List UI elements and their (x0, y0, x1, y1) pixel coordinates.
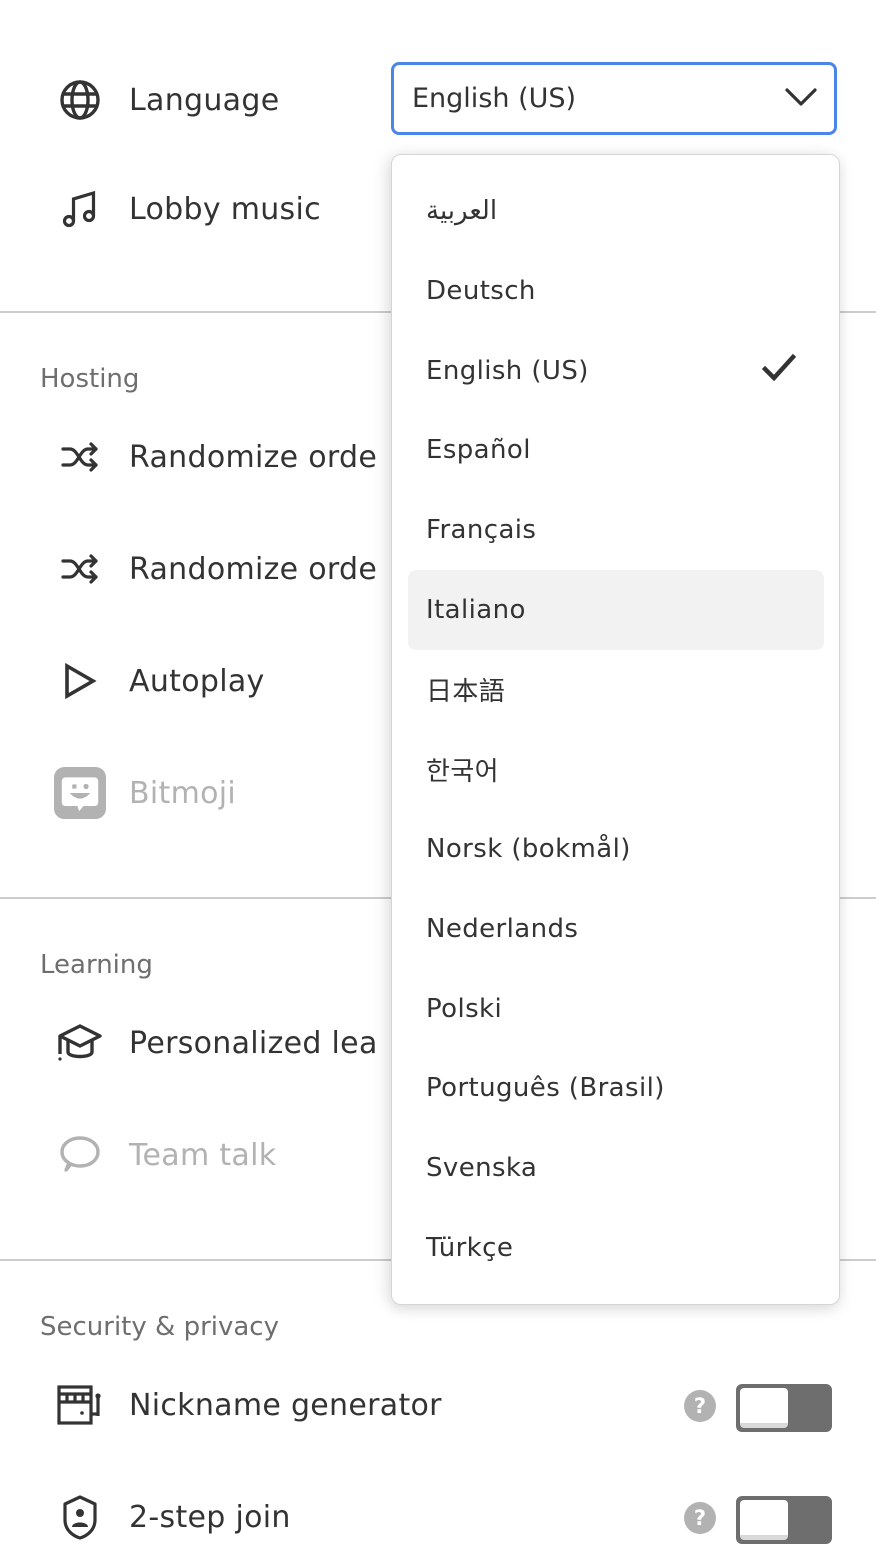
language-option-label: Norsk (bokmål) (426, 834, 631, 864)
play-icon (54, 655, 106, 707)
two-step-join-toggle[interactable] (736, 1496, 832, 1544)
hosting-item-label: Randomize orde (129, 439, 378, 475)
language-option[interactable]: Norsk (bokmål) (408, 809, 824, 889)
language-option[interactable]: 日本語 (408, 649, 824, 729)
language-option-label: Svenska (426, 1153, 538, 1183)
learning-item-label: Personalized lea (129, 1025, 378, 1061)
speech-bubble-icon (54, 1129, 106, 1181)
section-title-hosting: Hosting (40, 364, 140, 394)
lobby-music-label: Lobby music (129, 191, 321, 227)
language-option[interactable]: Español (408, 410, 824, 490)
shuffle-icon (54, 543, 106, 595)
globe-icon (54, 74, 106, 126)
help-icon[interactable]: ? (684, 1502, 716, 1534)
language-option-label: Türkçe (426, 1233, 514, 1263)
language-option-label: Português (Brasil) (426, 1073, 665, 1103)
shuffle-icon (54, 431, 106, 483)
language-option-label: 日本語 (426, 676, 506, 707)
chevron-down-icon[interactable] (784, 85, 818, 113)
language-option[interactable]: Português (Brasil) (408, 1048, 824, 1128)
toggle-knob (740, 1500, 788, 1540)
bitmoji-icon (54, 767, 106, 819)
help-icon[interactable]: ? (684, 1390, 716, 1422)
language-option[interactable]: 한국어 (408, 729, 824, 809)
slot-machine-icon (54, 1379, 106, 1431)
language-option-label: Español (426, 435, 531, 465)
language-option[interactable]: Svenska (408, 1128, 824, 1208)
language-option[interactable]: العربية (408, 171, 824, 251)
toggle-knob (740, 1388, 788, 1428)
hosting-item-label: Bitmoji (129, 775, 237, 811)
section-title-security: Security & privacy (40, 1312, 279, 1342)
language-option[interactable]: Nederlands (408, 889, 824, 969)
language-option-label: English (US) (426, 356, 589, 386)
hosting-item-label: Randomize orde (129, 551, 378, 587)
security-item-label: 2-step join (129, 1499, 291, 1535)
language-option-label: Nederlands (426, 914, 579, 944)
language-option-label: Italiano (426, 595, 526, 625)
learning-item-label: Team talk (129, 1137, 277, 1173)
language-option-label: Deutsch (426, 276, 536, 306)
language-option-label: Français (426, 515, 537, 545)
language-option-label: Polski (426, 994, 503, 1024)
language-select[interactable]: English (US) (391, 62, 837, 135)
language-option-label: 한국어 (426, 756, 499, 787)
language-option-selected[interactable]: English (US) (408, 331, 824, 411)
language-option-label: العربية (426, 196, 498, 226)
language-option[interactable]: Polski (408, 969, 824, 1049)
music-note-icon (54, 183, 106, 235)
checkmark-icon (761, 353, 797, 387)
language-select-value: English (US) (412, 83, 577, 114)
language-option[interactable]: Türkçe (408, 1208, 824, 1288)
security-item-label: Nickname generator (129, 1387, 442, 1423)
shield-user-icon (54, 1491, 106, 1543)
nickname-generator-toggle[interactable] (736, 1384, 832, 1432)
language-option-hovered[interactable]: Italiano (408, 570, 824, 650)
language-dropdown-menu: العربية Deutsch English (US) Español Fra… (391, 154, 840, 1305)
section-title-learning: Learning (40, 950, 153, 980)
language-option[interactable]: Français (408, 490, 824, 570)
graduation-cap-icon (54, 1017, 106, 1069)
language-label: Language (129, 82, 280, 118)
hosting-item-label: Autoplay (129, 663, 265, 699)
language-option[interactable]: Deutsch (408, 251, 824, 331)
